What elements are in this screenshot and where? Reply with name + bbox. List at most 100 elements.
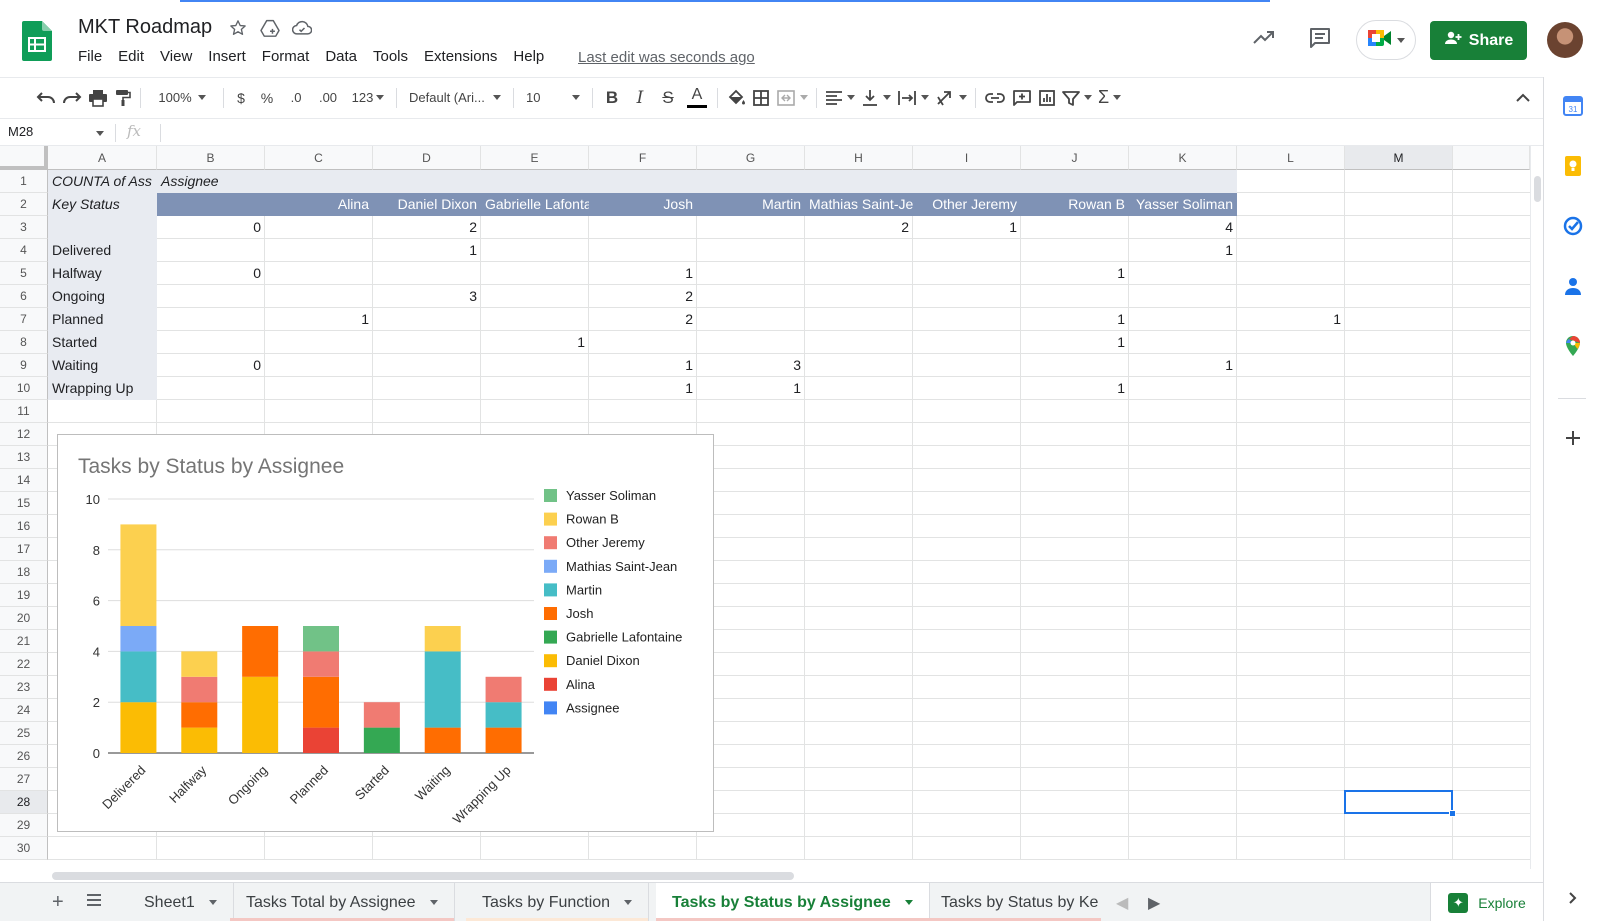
- row-header-24[interactable]: 24: [0, 699, 48, 722]
- last-edit-link[interactable]: Last edit was seconds ago: [578, 49, 755, 66]
- pivot-value-cell[interactable]: 1: [373, 239, 481, 262]
- column-header-d[interactable]: D: [373, 146, 481, 170]
- activity-trend-icon[interactable]: [1252, 27, 1276, 52]
- pivot-value-cell[interactable]: 1: [481, 331, 589, 354]
- increase-decimal-button[interactable]: .00: [314, 84, 342, 112]
- zoom-select[interactable]: 100%: [149, 84, 215, 112]
- text-wrapping-icon[interactable]: [897, 84, 929, 112]
- pivot-value-cell[interactable]: 1: [1129, 239, 1237, 262]
- pivot-value-cell[interactable]: 2: [373, 216, 481, 239]
- column-header-b[interactable]: B: [157, 146, 265, 170]
- insert-comment-icon[interactable]: [1012, 84, 1032, 112]
- row-header-16[interactable]: 16: [0, 515, 48, 538]
- column-header-e[interactable]: E: [481, 146, 589, 170]
- row-header-23[interactable]: 23: [0, 676, 48, 699]
- menu-file[interactable]: File: [78, 48, 102, 65]
- vertical-scroll-thumb[interactable]: [1534, 176, 1541, 202]
- spreadsheet-grid[interactable]: ABCDEFGHIJKLM 1 2 3 4 5 6 7 8 9 10 11 12 13 14 15 16 17 1…: [0, 146, 1530, 869]
- sheet-tab[interactable]: Sheet1: [128, 883, 234, 921]
- row-header-11[interactable]: 11: [0, 400, 48, 423]
- column-header-k[interactable]: K: [1129, 146, 1237, 170]
- pivot-value-cell[interactable]: 1: [1021, 308, 1129, 331]
- row-header-22[interactable]: 22: [0, 653, 48, 676]
- column-header-l[interactable]: L: [1237, 146, 1345, 170]
- selected-cell[interactable]: [1344, 790, 1453, 814]
- pivot-assignee-header[interactable]: Josh: [589, 193, 697, 216]
- select-all-corner[interactable]: [0, 146, 48, 170]
- column-header-m[interactable]: M: [1345, 146, 1453, 170]
- pivot-status-label[interactable]: Started: [48, 331, 157, 354]
- pivot-value-cell[interactable]: 1: [1129, 354, 1237, 377]
- pivot-status-label[interactable]: Halfway: [48, 262, 157, 285]
- row-header-15[interactable]: 15: [0, 492, 48, 515]
- decrease-decimal-button[interactable]: .0: [284, 84, 308, 112]
- undo-icon[interactable]: [36, 84, 56, 112]
- account-avatar[interactable]: [1547, 22, 1583, 58]
- add-icon[interactable]: [1562, 427, 1584, 449]
- pivot-value-cell[interactable]: 2: [805, 216, 913, 239]
- pivot-value-cell[interactable]: 1: [1021, 331, 1129, 354]
- pivot-status-label[interactable]: Delivered: [48, 239, 157, 262]
- pivot-assignee-header[interactable]: Daniel Dixon: [373, 193, 481, 216]
- pivot-corner-label[interactable]: COUNTA of Ass: [48, 170, 157, 193]
- sheet-tab-active[interactable]: Tasks by Status by Assignee: [656, 883, 930, 921]
- merge-cells-icon[interactable]: [776, 84, 808, 112]
- explore-button[interactable]: ✦ Explore: [1430, 883, 1543, 921]
- row-header-7[interactable]: 7: [0, 308, 48, 331]
- collapse-menus-icon[interactable]: [1515, 90, 1531, 108]
- row-header-13[interactable]: 13: [0, 446, 48, 469]
- pivot-assignee-header[interactable]: Mathias Saint-Jean: [805, 193, 913, 216]
- pivot-value-cell[interactable]: 1: [1021, 377, 1129, 400]
- move-to-drive-icon[interactable]: [259, 16, 281, 40]
- row-header-9[interactable]: 9: [0, 354, 48, 377]
- pivot-value-cell[interactable]: 1: [1021, 262, 1129, 285]
- strikethrough-icon[interactable]: S: [657, 84, 679, 112]
- pivot-value-cell[interactable]: 2: [589, 308, 697, 331]
- meet-button[interactable]: [1356, 20, 1416, 60]
- sheet-tab[interactable]: Tasks Total by Assignee: [230, 883, 455, 921]
- sheet-tab[interactable]: Tasks by Function: [466, 883, 650, 921]
- italic-icon[interactable]: I: [629, 84, 651, 112]
- sheets-logo-icon[interactable]: [22, 21, 52, 61]
- pivot-value-cell[interactable]: 1: [1237, 308, 1345, 331]
- all-sheets-icon[interactable]: [86, 893, 102, 912]
- menu-edit[interactable]: Edit: [118, 48, 144, 65]
- document-title[interactable]: MKT Roadmap: [78, 16, 212, 39]
- pivot-value-cell[interactable]: 0: [157, 354, 265, 377]
- keep-icon[interactable]: [1562, 155, 1584, 177]
- pivot-assignee-header[interactable]: Yasser Soliman: [1129, 193, 1237, 216]
- pivot-value-cell[interactable]: 3: [697, 354, 805, 377]
- pivot-assignee-header[interactable]: Alina: [265, 193, 373, 216]
- column-header-g[interactable]: G: [697, 146, 805, 170]
- add-sheet-icon[interactable]: +: [52, 891, 64, 914]
- row-header-3[interactable]: 3: [0, 216, 48, 239]
- horizontal-align-icon[interactable]: [825, 84, 855, 112]
- stacked-bar-chart[interactable]: Tasks by Status by Assignee 0 2 4 6 8 10 Delive…: [57, 434, 714, 832]
- pivot-value-cell[interactable]: 1: [697, 377, 805, 400]
- scroll-tabs-left-icon[interactable]: ◀: [1116, 893, 1128, 913]
- text-color-icon[interactable]: A: [685, 84, 709, 112]
- row-header-10[interactable]: 10: [0, 377, 48, 400]
- fill-handle[interactable]: [1449, 810, 1456, 817]
- row-header-19[interactable]: 19: [0, 584, 48, 607]
- menu-format[interactable]: Format: [262, 48, 310, 65]
- row-header-20[interactable]: 20: [0, 607, 48, 630]
- row-header-25[interactable]: 25: [0, 722, 48, 745]
- pivot-value-cell[interactable]: 4: [1129, 216, 1237, 239]
- pivot-value-cell[interactable]: 0: [157, 262, 265, 285]
- sheet-tab[interactable]: Tasks by Status by Ke: [925, 883, 1101, 921]
- row-header-18[interactable]: 18: [0, 561, 48, 584]
- maps-icon[interactable]: [1562, 335, 1584, 357]
- pivot-assignee-header[interactable]: Rowan B: [1021, 193, 1129, 216]
- column-header-j[interactable]: J: [1021, 146, 1129, 170]
- pivot-value-cell[interactable]: 0: [157, 216, 265, 239]
- comments-icon[interactable]: [1308, 27, 1332, 54]
- currency-format-button[interactable]: $: [232, 84, 250, 112]
- pivot-status-label[interactable]: Ongoing: [48, 285, 157, 308]
- pivot-value-cell[interactable]: 3: [373, 285, 481, 308]
- pivot-status-label[interactable]: Planned: [48, 308, 157, 331]
- row-header-21[interactable]: 21: [0, 630, 48, 653]
- bold-icon[interactable]: B: [601, 84, 623, 112]
- horizontal-scrollbar[interactable]: [48, 869, 1530, 882]
- row-header-26[interactable]: 26: [0, 745, 48, 768]
